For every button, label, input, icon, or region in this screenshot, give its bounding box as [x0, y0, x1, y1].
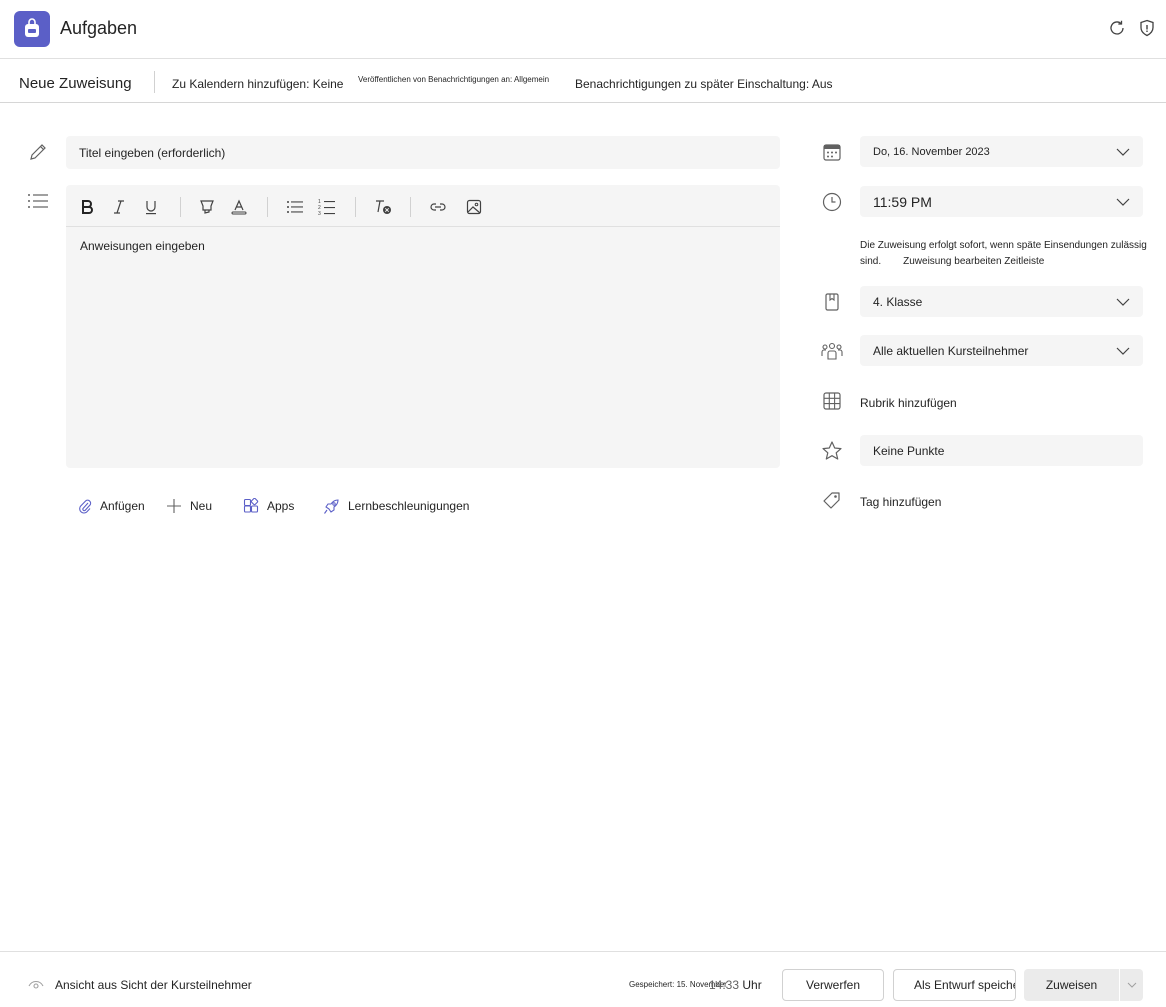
shield-icon[interactable]	[1137, 18, 1157, 38]
calendar-icon	[820, 140, 844, 164]
saved-time: 14:33 Uhr	[709, 978, 762, 992]
font-color-icon[interactable]	[228, 196, 250, 218]
clear-formatting-icon[interactable]	[372, 196, 394, 218]
apps-icon	[243, 498, 259, 513]
image-icon[interactable]	[463, 196, 485, 218]
assign-options-button[interactable]	[1120, 969, 1143, 1001]
refresh-icon[interactable]	[1107, 18, 1127, 38]
tag-icon	[820, 488, 844, 512]
attach-button[interactable]: Anfügen	[78, 496, 145, 516]
pencil-icon	[26, 140, 50, 164]
divider	[154, 71, 155, 93]
add-rubric-button[interactable]: Rubrik hinzufügen	[860, 396, 957, 410]
toolbar-divider	[267, 197, 268, 217]
underline-icon[interactable]	[140, 196, 162, 218]
list-icon	[26, 189, 50, 213]
italic-icon[interactable]	[108, 196, 130, 218]
post-notifications-button[interactable]: Veröffentlichen von Benachrichtigungen a…	[358, 75, 549, 84]
save-draft-button[interactable]: Als Entwurf speichern	[893, 969, 1016, 1001]
points-value: Keine Punkte	[873, 443, 945, 458]
class-value: 4. Klasse	[873, 294, 923, 309]
toolbar-divider	[410, 197, 411, 217]
plus-icon	[167, 499, 181, 513]
add-to-calendar-button[interactable]: Zu Kalendern hinzufügen: Keine	[172, 77, 343, 91]
footer: Ansicht aus Sicht der Kursteilnehmer Ges…	[0, 951, 1166, 1007]
due-date-value: Do, 16. November 2023	[873, 145, 990, 158]
points-input[interactable]: Keine Punkte	[860, 435, 1143, 466]
title-input[interactable]	[66, 136, 780, 169]
app-title: Aufgaben	[60, 18, 138, 38]
toolbar-divider	[355, 197, 356, 217]
due-time-dropdown[interactable]: 11:59 PM	[860, 186, 1143, 217]
edit-timeline-link[interactable]: Zuweisung bearbeiten Zeitleiste	[903, 256, 1044, 267]
toolbar-divider	[180, 197, 181, 217]
assign-button[interactable]: Zuweisen	[1024, 969, 1119, 1001]
app-header: Aufgaben	[0, 0, 1166, 59]
notebook-icon	[820, 290, 844, 314]
command-bar: Neue Zuweisung Zu Kalendern hinzufügen: …	[0, 59, 1166, 103]
bold-icon[interactable]	[76, 196, 98, 218]
rocket-icon	[324, 498, 339, 514]
assignments-app-icon	[14, 11, 50, 47]
student-view-label: Ansicht aus Sicht der Kursteilnehmer	[55, 978, 252, 992]
new-button[interactable]: Neu	[166, 496, 212, 516]
bullet-list-icon[interactable]	[284, 196, 306, 218]
late-notifications-button[interactable]: Benachrichtigungen zu später Einschaltun…	[575, 77, 833, 91]
formatting-toolbar: 123	[66, 185, 780, 227]
highlight-icon[interactable]	[196, 196, 218, 218]
link-icon[interactable]	[427, 196, 449, 218]
discard-button[interactable]: Verwerfen	[782, 969, 884, 1001]
due-date-dropdown[interactable]: Do, 16. November 2023	[860, 136, 1143, 167]
learning-accelerators-label: Lernbeschleunigungen	[348, 499, 470, 513]
chevron-down-icon	[1116, 298, 1130, 306]
star-icon	[820, 439, 844, 463]
clock-icon	[820, 190, 844, 214]
due-time-value: 11:59 PM	[873, 193, 932, 210]
students-value: Alle aktuellen Kursteilnehmer	[873, 343, 1029, 358]
instructions-placeholder[interactable]: Anweisungen eingeben	[80, 239, 205, 253]
svg-text:3: 3	[318, 211, 321, 216]
saved-time-unit: Uhr	[742, 978, 762, 992]
numbered-list-icon[interactable]: 123	[316, 196, 338, 218]
chevron-down-icon	[1116, 198, 1130, 206]
rubric-grid-icon	[820, 389, 844, 413]
instructions-editor[interactable]: 123 Anweisungen eingeben	[66, 185, 780, 468]
saved-time-value: 14:33	[709, 978, 740, 992]
people-icon	[820, 339, 844, 363]
students-dropdown[interactable]: Alle aktuellen Kursteilnehmer	[860, 335, 1143, 366]
chevron-down-icon	[1116, 347, 1130, 355]
learning-accelerators-button[interactable]: Lernbeschleunigungen	[323, 496, 469, 516]
student-view-button[interactable]: Ansicht aus Sicht der Kursteilnehmer	[28, 978, 252, 992]
attach-label: Anfügen	[100, 499, 145, 513]
eye-icon	[28, 980, 44, 989]
chevron-down-icon	[1116, 148, 1130, 156]
apps-label: Apps	[267, 499, 295, 513]
page-title: Neue Zuweisung	[19, 75, 132, 92]
paperclip-icon	[79, 499, 92, 514]
new-label: Neu	[190, 499, 213, 513]
schedule-note: Die Zuweisung erfolgt sofort, wenn späte…	[860, 238, 1160, 270]
add-tag-button[interactable]: Tag hinzufügen	[860, 495, 941, 509]
chevron-down-icon	[1127, 982, 1136, 988]
apps-button[interactable]: Apps	[243, 496, 294, 516]
class-dropdown[interactable]: 4. Klasse	[860, 286, 1143, 317]
